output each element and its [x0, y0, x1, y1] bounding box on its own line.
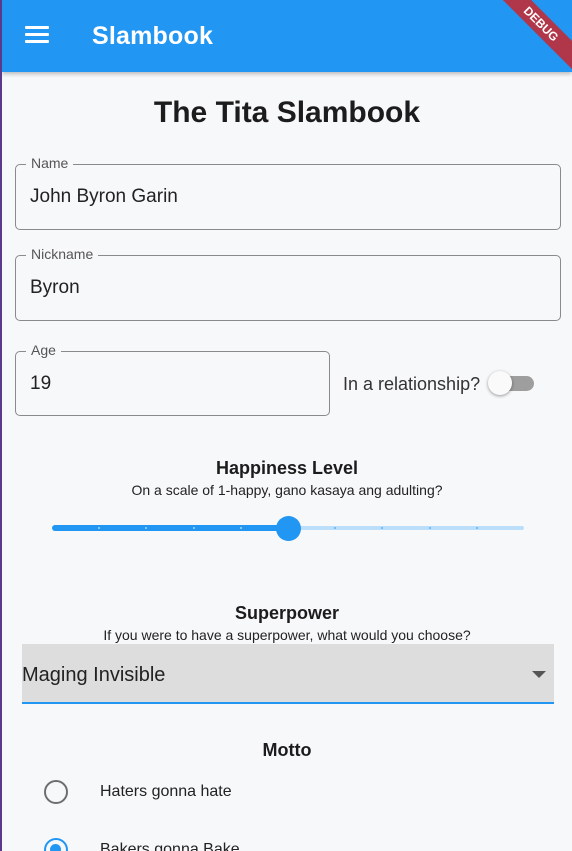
motto-option-label: Bakers gonna Bake [100, 841, 240, 851]
dropdown-arrow-icon [532, 671, 546, 678]
happiness-slider[interactable] [52, 514, 526, 544]
app-window: Slambook DEBUG The Tita Slambook Name Jo… [2, 0, 572, 851]
slider-thumb[interactable] [276, 516, 301, 541]
name-field[interactable]: Name John Byron Garin [15, 155, 561, 230]
motto-option-label: Haters gonna hate [100, 783, 232, 800]
motto-option[interactable]: Bakers gonna Bake [44, 838, 524, 851]
motto-title: Motto [262, 740, 312, 760]
nickname-field-value: Byron [30, 277, 80, 298]
app-title: Slambook [92, 22, 214, 50]
motto-option[interactable]: Haters gonna hate [44, 780, 524, 810]
slider-inactive-track [288, 526, 524, 530]
name-field-label: Name [26, 155, 74, 171]
relationship-switch[interactable] [488, 371, 534, 395]
slider-tick [193, 527, 195, 529]
superpower-title: Superpower [234, 603, 340, 623]
page-title: The Tita Slambook [153, 96, 421, 129]
slider-tick [429, 527, 431, 529]
age-field-label: Age [26, 342, 61, 358]
superpower-selected: Maging Invisible [22, 664, 166, 686]
nickname-field[interactable]: Nickname Byron [15, 246, 561, 321]
slider-tick [145, 527, 147, 529]
age-field-value: 19 [30, 373, 52, 394]
switch-thumb [488, 371, 512, 395]
slider-tick [381, 527, 383, 529]
nickname-field-label: Nickname [26, 246, 99, 262]
radio-selected-icon[interactable] [44, 838, 68, 851]
radio-unselected-icon[interactable] [44, 780, 68, 804]
app-bar: Slambook DEBUG [2, 0, 572, 78]
menu-icon[interactable] [25, 26, 49, 46]
superpower-dropdown[interactable]: Maging Invisible [22, 644, 554, 704]
name-field-value: John Byron Garin [30, 186, 178, 207]
slider-tick [476, 527, 478, 529]
slider-tick [334, 527, 336, 529]
superpower-subtitle: If you were to have a superpower, what w… [103, 627, 471, 643]
happiness-title: Happiness Level [215, 458, 359, 478]
age-field[interactable]: Age 19 [15, 342, 330, 416]
debug-banner: DEBUG [487, 0, 572, 78]
happiness-subtitle: On a scale of 1-happy, gano kasaya ang a… [131, 482, 443, 498]
slider-tick [240, 527, 242, 529]
slider-active-track [52, 525, 288, 531]
slider-tick [98, 527, 100, 529]
relationship-label: In a relationship? [343, 374, 481, 394]
